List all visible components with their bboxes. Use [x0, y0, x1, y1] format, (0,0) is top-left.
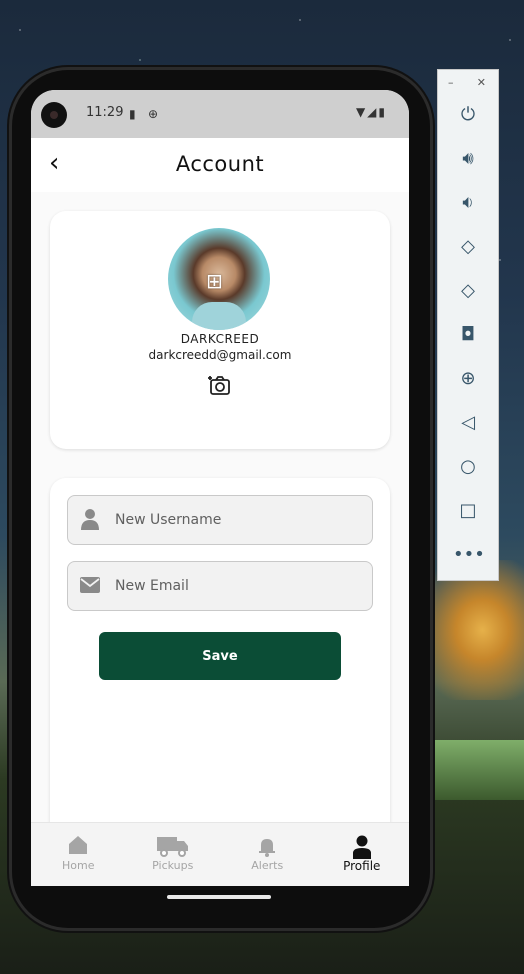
rotate-right-icon[interactable]: ◇	[453, 276, 483, 306]
bell-icon	[220, 835, 315, 859]
minimize-icon[interactable]: –	[448, 76, 454, 89]
truck-icon	[126, 835, 221, 859]
power-icon[interactable]: ⏻	[453, 100, 483, 130]
nav-profile[interactable]: Profile	[315, 823, 410, 886]
profile-card: ⊞ DARKCREED darkcreedd@gmail.com	[50, 211, 390, 449]
save-button[interactable]: Save	[99, 632, 341, 680]
nav-home-label: Home	[62, 859, 95, 872]
person-icon	[315, 835, 410, 859]
volume-down-icon[interactable]: 🔉︎	[453, 188, 483, 218]
nav-pickups[interactable]: Pickups	[126, 823, 221, 886]
emulator-side-panel: – ✕ ⏻ 🔊︎ 🔉︎ ◇ ◇ ◘ ⊕ ◁ ○ □ •••	[437, 69, 499, 581]
avatar-photo-detail	[192, 302, 246, 330]
profile-email: darkcreedd@gmail.com	[148, 348, 292, 362]
nav-pickups-label: Pickups	[152, 859, 194, 872]
app-bar: ‹ Account	[31, 138, 409, 192]
status-bar: 11:29 ▮ ⊕ ▼◢▮	[31, 90, 409, 138]
screenshot-icon[interactable]: ◘	[453, 320, 483, 350]
close-icon[interactable]: ✕	[477, 76, 486, 89]
bottom-nav: Home Pickups Alerts Profile	[31, 822, 409, 886]
wallpaper-horizon	[420, 560, 524, 700]
zoom-icon[interactable]: ⊕	[453, 364, 483, 394]
home-icon	[31, 835, 126, 859]
person-icon	[80, 508, 100, 530]
gps-icon: ⊕	[148, 107, 159, 121]
gesture-bar[interactable]	[167, 895, 271, 899]
profile-username: DARKCREED	[180, 332, 260, 346]
status-time: 11:29	[86, 105, 124, 120]
rotate-left-icon[interactable]: ◇	[453, 232, 483, 262]
camera-icon	[208, 376, 230, 395]
username-input[interactable]	[113, 496, 362, 544]
page-title: Account	[175, 152, 265, 176]
back-icon[interactable]: ◁	[453, 408, 483, 438]
more-icon[interactable]: •••	[453, 540, 485, 570]
home-icon[interactable]: ○	[453, 452, 483, 482]
email-field[interactable]	[67, 561, 373, 611]
nav-home[interactable]: Home	[31, 823, 126, 886]
email-input[interactable]	[113, 562, 362, 610]
nav-profile-label: Profile	[343, 859, 381, 873]
nav-alerts[interactable]: Alerts	[220, 823, 315, 886]
signal-battery-icon: ▼◢▮	[355, 105, 387, 119]
volume-up-icon[interactable]: 🔊︎	[453, 144, 483, 174]
sim-card-icon: ▮	[129, 107, 136, 121]
wallpaper-grass	[430, 740, 524, 800]
add-photo-icon[interactable]: ⊞	[206, 269, 223, 293]
nav-alerts-label: Alerts	[251, 859, 284, 872]
phone-screen: 11:29 ▮ ⊕ ▼◢▮ ‹ Account ⊞ DARKCREED dark…	[31, 90, 409, 886]
overview-icon[interactable]: □	[453, 496, 483, 526]
username-field[interactable]	[67, 495, 373, 545]
camera-cutout	[41, 102, 67, 128]
change-photo-icon[interactable]	[207, 374, 233, 398]
mail-icon	[80, 574, 100, 596]
